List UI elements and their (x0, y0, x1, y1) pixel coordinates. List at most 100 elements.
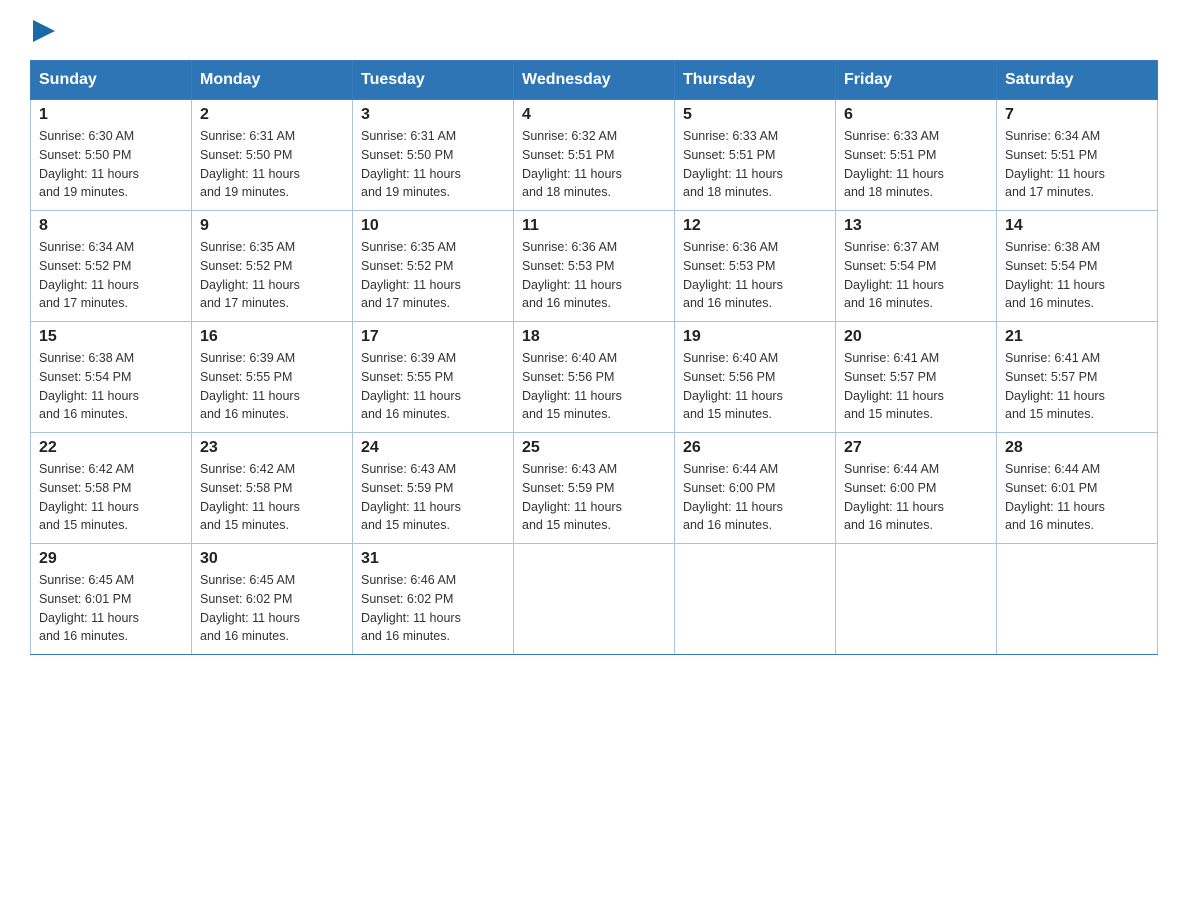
calendar-week-row: 22 Sunrise: 6:42 AMSunset: 5:58 PMDaylig… (31, 433, 1158, 544)
day-info: Sunrise: 6:37 AMSunset: 5:54 PMDaylight:… (844, 240, 944, 310)
logo (30, 20, 55, 40)
day-info: Sunrise: 6:45 AMSunset: 6:01 PMDaylight:… (39, 573, 139, 643)
calendar-week-row: 8 Sunrise: 6:34 AMSunset: 5:52 PMDayligh… (31, 211, 1158, 322)
day-info: Sunrise: 6:40 AMSunset: 5:56 PMDaylight:… (683, 351, 783, 421)
day-number: 19 (683, 328, 827, 346)
calendar-day-cell: 3 Sunrise: 6:31 AMSunset: 5:50 PMDayligh… (353, 100, 514, 211)
calendar-day-cell: 9 Sunrise: 6:35 AMSunset: 5:52 PMDayligh… (192, 211, 353, 322)
day-info: Sunrise: 6:31 AMSunset: 5:50 PMDaylight:… (200, 129, 300, 199)
day-info: Sunrise: 6:35 AMSunset: 5:52 PMDaylight:… (361, 240, 461, 310)
calendar-day-cell: 28 Sunrise: 6:44 AMSunset: 6:01 PMDaylig… (997, 433, 1158, 544)
day-info: Sunrise: 6:32 AMSunset: 5:51 PMDaylight:… (522, 129, 622, 199)
day-number: 15 (39, 328, 183, 346)
calendar-day-cell: 18 Sunrise: 6:40 AMSunset: 5:56 PMDaylig… (514, 322, 675, 433)
calendar-day-cell: 5 Sunrise: 6:33 AMSunset: 5:51 PMDayligh… (675, 100, 836, 211)
day-number: 7 (1005, 106, 1149, 124)
day-info: Sunrise: 6:43 AMSunset: 5:59 PMDaylight:… (361, 462, 461, 532)
calendar-day-cell: 20 Sunrise: 6:41 AMSunset: 5:57 PMDaylig… (836, 322, 997, 433)
column-header-tuesday: Tuesday (353, 61, 514, 100)
day-info: Sunrise: 6:31 AMSunset: 5:50 PMDaylight:… (361, 129, 461, 199)
day-number: 17 (361, 328, 505, 346)
calendar-day-cell: 29 Sunrise: 6:45 AMSunset: 6:01 PMDaylig… (31, 544, 192, 655)
calendar-day-cell (514, 544, 675, 655)
calendar-week-row: 1 Sunrise: 6:30 AMSunset: 5:50 PMDayligh… (31, 100, 1158, 211)
day-info: Sunrise: 6:43 AMSunset: 5:59 PMDaylight:… (522, 462, 622, 532)
day-number: 29 (39, 550, 183, 568)
day-info: Sunrise: 6:34 AMSunset: 5:51 PMDaylight:… (1005, 129, 1105, 199)
calendar-day-cell: 22 Sunrise: 6:42 AMSunset: 5:58 PMDaylig… (31, 433, 192, 544)
calendar-week-row: 29 Sunrise: 6:45 AMSunset: 6:01 PMDaylig… (31, 544, 1158, 655)
day-number: 20 (844, 328, 988, 346)
calendar-day-cell: 17 Sunrise: 6:39 AMSunset: 5:55 PMDaylig… (353, 322, 514, 433)
day-number: 16 (200, 328, 344, 346)
day-info: Sunrise: 6:45 AMSunset: 6:02 PMDaylight:… (200, 573, 300, 643)
calendar-day-cell: 26 Sunrise: 6:44 AMSunset: 6:00 PMDaylig… (675, 433, 836, 544)
day-number: 13 (844, 217, 988, 235)
calendar-day-cell (675, 544, 836, 655)
day-info: Sunrise: 6:30 AMSunset: 5:50 PMDaylight:… (39, 129, 139, 199)
calendar-day-cell: 31 Sunrise: 6:46 AMSunset: 6:02 PMDaylig… (353, 544, 514, 655)
day-number: 22 (39, 439, 183, 457)
day-number: 6 (844, 106, 988, 124)
day-info: Sunrise: 6:39 AMSunset: 5:55 PMDaylight:… (200, 351, 300, 421)
day-number: 1 (39, 106, 183, 124)
column-header-friday: Friday (836, 61, 997, 100)
day-number: 12 (683, 217, 827, 235)
column-header-wednesday: Wednesday (514, 61, 675, 100)
day-number: 11 (522, 217, 666, 235)
day-info: Sunrise: 6:34 AMSunset: 5:52 PMDaylight:… (39, 240, 139, 310)
day-info: Sunrise: 6:33 AMSunset: 5:51 PMDaylight:… (844, 129, 944, 199)
column-header-monday: Monday (192, 61, 353, 100)
day-number: 25 (522, 439, 666, 457)
day-number: 5 (683, 106, 827, 124)
day-info: Sunrise: 6:38 AMSunset: 5:54 PMDaylight:… (39, 351, 139, 421)
day-info: Sunrise: 6:42 AMSunset: 5:58 PMDaylight:… (200, 462, 300, 532)
day-info: Sunrise: 6:35 AMSunset: 5:52 PMDaylight:… (200, 240, 300, 310)
calendar-table: SundayMondayTuesdayWednesdayThursdayFrid… (30, 60, 1158, 655)
day-number: 26 (683, 439, 827, 457)
day-number: 2 (200, 106, 344, 124)
day-number: 10 (361, 217, 505, 235)
day-info: Sunrise: 6:40 AMSunset: 5:56 PMDaylight:… (522, 351, 622, 421)
calendar-day-cell: 13 Sunrise: 6:37 AMSunset: 5:54 PMDaylig… (836, 211, 997, 322)
day-info: Sunrise: 6:33 AMSunset: 5:51 PMDaylight:… (683, 129, 783, 199)
day-number: 18 (522, 328, 666, 346)
column-header-sunday: Sunday (31, 61, 192, 100)
calendar-day-cell: 12 Sunrise: 6:36 AMSunset: 5:53 PMDaylig… (675, 211, 836, 322)
day-info: Sunrise: 6:38 AMSunset: 5:54 PMDaylight:… (1005, 240, 1105, 310)
calendar-week-row: 15 Sunrise: 6:38 AMSunset: 5:54 PMDaylig… (31, 322, 1158, 433)
day-number: 27 (844, 439, 988, 457)
day-info: Sunrise: 6:42 AMSunset: 5:58 PMDaylight:… (39, 462, 139, 532)
calendar-day-cell: 23 Sunrise: 6:42 AMSunset: 5:58 PMDaylig… (192, 433, 353, 544)
day-info: Sunrise: 6:41 AMSunset: 5:57 PMDaylight:… (844, 351, 944, 421)
calendar-day-cell: 1 Sunrise: 6:30 AMSunset: 5:50 PMDayligh… (31, 100, 192, 211)
day-number: 4 (522, 106, 666, 124)
calendar-day-cell (997, 544, 1158, 655)
day-info: Sunrise: 6:46 AMSunset: 6:02 PMDaylight:… (361, 573, 461, 643)
calendar-day-cell: 4 Sunrise: 6:32 AMSunset: 5:51 PMDayligh… (514, 100, 675, 211)
day-info: Sunrise: 6:44 AMSunset: 6:00 PMDaylight:… (844, 462, 944, 532)
calendar-day-cell: 2 Sunrise: 6:31 AMSunset: 5:50 PMDayligh… (192, 100, 353, 211)
day-number: 28 (1005, 439, 1149, 457)
calendar-day-cell (836, 544, 997, 655)
day-number: 9 (200, 217, 344, 235)
day-number: 14 (1005, 217, 1149, 235)
calendar-day-cell: 10 Sunrise: 6:35 AMSunset: 5:52 PMDaylig… (353, 211, 514, 322)
calendar-day-cell: 25 Sunrise: 6:43 AMSunset: 5:59 PMDaylig… (514, 433, 675, 544)
calendar-day-cell: 30 Sunrise: 6:45 AMSunset: 6:02 PMDaylig… (192, 544, 353, 655)
calendar-day-cell: 6 Sunrise: 6:33 AMSunset: 5:51 PMDayligh… (836, 100, 997, 211)
day-number: 3 (361, 106, 505, 124)
calendar-header-row: SundayMondayTuesdayWednesdayThursdayFrid… (31, 61, 1158, 100)
column-header-saturday: Saturday (997, 61, 1158, 100)
day-number: 30 (200, 550, 344, 568)
day-number: 24 (361, 439, 505, 457)
day-info: Sunrise: 6:39 AMSunset: 5:55 PMDaylight:… (361, 351, 461, 421)
calendar-day-cell: 19 Sunrise: 6:40 AMSunset: 5:56 PMDaylig… (675, 322, 836, 433)
calendar-day-cell: 8 Sunrise: 6:34 AMSunset: 5:52 PMDayligh… (31, 211, 192, 322)
page-header (30, 20, 1158, 40)
calendar-day-cell: 16 Sunrise: 6:39 AMSunset: 5:55 PMDaylig… (192, 322, 353, 433)
day-number: 31 (361, 550, 505, 568)
day-info: Sunrise: 6:44 AMSunset: 6:01 PMDaylight:… (1005, 462, 1105, 532)
column-header-thursday: Thursday (675, 61, 836, 100)
day-info: Sunrise: 6:36 AMSunset: 5:53 PMDaylight:… (522, 240, 622, 310)
